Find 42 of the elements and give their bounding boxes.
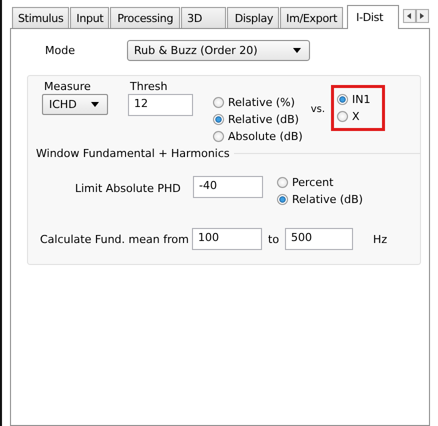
dropdown-arrow-icon <box>91 102 99 107</box>
measure-label: Measure <box>44 80 92 93</box>
radio-button[interactable] <box>213 131 224 142</box>
radio-button[interactable] <box>213 114 224 125</box>
limit-label: Limit Absolute PHD <box>75 182 182 195</box>
radio-button[interactable] <box>277 194 288 205</box>
radio-option[interactable]: X <box>337 108 370 125</box>
mode-dropdown[interactable]: Rub & Buzz (Order 20) <box>127 40 310 61</box>
tab[interactable]: Stimulus <box>12 7 70 28</box>
tab[interactable]: I-Dist <box>347 5 400 29</box>
tab[interactable]: Processing <box>110 7 180 28</box>
radio-option[interactable]: Relative (dB) <box>213 111 303 128</box>
radio-button[interactable] <box>337 111 348 122</box>
dropdown-arrow-icon <box>293 48 301 53</box>
radio-button[interactable] <box>277 177 288 188</box>
radio-option[interactable]: IN1 <box>337 91 370 108</box>
radio-button[interactable] <box>213 97 224 108</box>
to-label: to <box>268 232 280 246</box>
radio-button[interactable] <box>337 94 348 105</box>
group-title: Window Fundamental + Harmonics <box>36 147 230 160</box>
left-arrow-icon <box>407 13 412 19</box>
thresh-field[interactable]: 12 <box>128 94 193 116</box>
radio-option[interactable]: Relative (dB) <box>277 191 363 208</box>
from-field[interactable]: 100 <box>192 228 262 250</box>
radio-option[interactable]: Percent <box>277 174 363 191</box>
tab[interactable]: Display <box>227 7 280 28</box>
tab[interactable]: Im/Export <box>280 7 344 28</box>
radio-option[interactable]: Relative (%) <box>213 94 303 111</box>
tab[interactable]: Input <box>70 7 110 28</box>
scroll-left-button[interactable] <box>403 9 416 23</box>
vs-label: vs. <box>310 104 325 115</box>
measure-dropdown[interactable]: ICHD <box>42 94 108 115</box>
fund-mean-label: Calculate Fund. mean from <box>40 232 190 246</box>
unit-label: Hz <box>373 232 388 246</box>
scroll-right-button[interactable] <box>416 9 430 23</box>
to-field[interactable]: 500 <box>285 228 354 250</box>
mode-label: Mode <box>45 44 76 57</box>
tab[interactable]: 3D <box>181 7 226 28</box>
thresh-label: Thresh <box>130 80 168 93</box>
right-arrow-icon <box>420 13 426 19</box>
radio-option[interactable]: Absolute (dB) <box>213 128 303 145</box>
limit-field[interactable]: -40 <box>193 176 263 198</box>
